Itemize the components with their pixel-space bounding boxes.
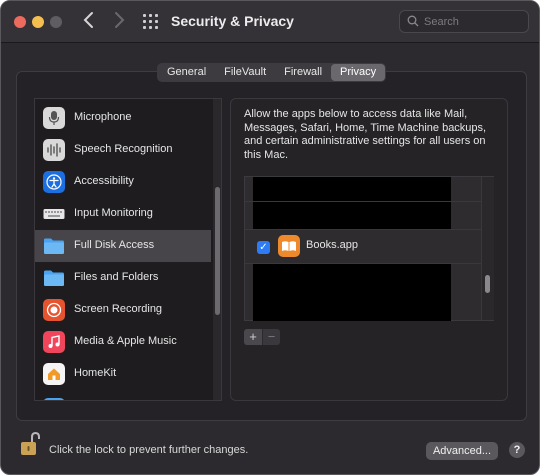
add-app-button[interactable]: + bbox=[244, 329, 262, 345]
folder-icon bbox=[43, 267, 65, 289]
sidebar-item-full-disk-access[interactable]: Full Disk Access bbox=[35, 230, 211, 262]
accessibility-icon bbox=[43, 171, 65, 193]
help-button[interactable]: ? bbox=[509, 442, 525, 458]
tab-bar: General FileVault Firewall Privacy bbox=[157, 63, 387, 82]
zoom-window-button[interactable] bbox=[50, 16, 62, 28]
advanced-button[interactable]: Advanced... bbox=[426, 442, 498, 460]
sidebar-item-accessibility[interactable]: Accessibility bbox=[35, 166, 211, 198]
sidebar-item-screen-recording[interactable]: Screen Recording bbox=[35, 294, 211, 326]
sidebar-item-microphone[interactable]: Microphone bbox=[35, 102, 211, 134]
sidebar-item-label: Media & Apple Music bbox=[74, 335, 177, 347]
forward-button[interactable] bbox=[109, 11, 129, 33]
sidebar-item-label: Input Monitoring bbox=[74, 207, 153, 219]
privacy-category-list: Microphone Speech Recognition Accessibil… bbox=[34, 98, 222, 401]
unlocked-lock-icon[interactable] bbox=[20, 431, 40, 457]
books-app-checkbox[interactable]: ✓ bbox=[257, 241, 270, 254]
allowed-apps-list: ✓ Books.app bbox=[244, 176, 494, 321]
sidebar-item-label: Microphone bbox=[74, 111, 132, 123]
window-title: Security & Privacy bbox=[171, 13, 294, 29]
permission-description: Allow the apps below to access data like… bbox=[244, 108, 487, 161]
home-icon bbox=[43, 363, 65, 385]
app-icon bbox=[43, 398, 65, 400]
row-divider bbox=[245, 201, 481, 202]
remove-app-button[interactable]: − bbox=[262, 329, 280, 345]
minimize-window-button[interactable] bbox=[32, 16, 44, 28]
lock-status-text: Click the lock to prevent further change… bbox=[49, 444, 249, 456]
folder-icon bbox=[43, 235, 65, 257]
sidebar-item-partial bbox=[35, 390, 211, 400]
sidebar-item-label: Full Disk Access bbox=[74, 239, 155, 251]
search-field[interactable] bbox=[399, 10, 529, 33]
search-icon bbox=[407, 15, 419, 27]
sidebar-item-label: Accessibility bbox=[74, 175, 134, 187]
microphone-icon bbox=[43, 107, 65, 129]
apps-list-scrollbar-thumb[interactable] bbox=[485, 275, 490, 293]
sidebar-item-label: Speech Recognition bbox=[74, 143, 173, 155]
sidebar-item-homekit[interactable]: HomeKit bbox=[35, 358, 211, 390]
title-bar: Security & Privacy bbox=[1, 1, 539, 43]
keyboard-icon bbox=[43, 203, 65, 225]
chevron-left-icon bbox=[83, 12, 93, 28]
sidebar-item-input-monitoring[interactable]: Input Monitoring bbox=[35, 198, 211, 230]
add-remove-control: + − bbox=[244, 329, 280, 345]
sidebar-item-label: Files and Folders bbox=[74, 271, 159, 283]
sidebar-item-label: HomeKit bbox=[74, 367, 117, 379]
sidebar-item-speech-recognition[interactable]: Speech Recognition bbox=[35, 134, 211, 166]
sidebar-item-files-and-folders[interactable]: Files and Folders bbox=[35, 262, 211, 294]
sidebar-item-label: Screen Recording bbox=[74, 303, 163, 315]
apps-list-scrollbar-track[interactable] bbox=[481, 177, 494, 320]
speech-recognition-icon bbox=[43, 139, 65, 161]
sidebar-scrollbar-thumb[interactable] bbox=[215, 187, 220, 315]
search-input[interactable] bbox=[424, 13, 524, 30]
books-icon bbox=[278, 235, 300, 257]
screen-recording-icon bbox=[43, 299, 65, 321]
tab-filevault[interactable]: FileVault bbox=[215, 64, 275, 81]
back-button[interactable] bbox=[79, 11, 99, 33]
chevron-right-icon bbox=[115, 12, 125, 28]
tab-privacy[interactable]: Privacy bbox=[331, 64, 386, 81]
show-all-grid-button[interactable] bbox=[143, 14, 159, 30]
redacted-region bbox=[253, 177, 451, 229]
app-name-books: Books.app bbox=[306, 239, 358, 251]
music-icon bbox=[43, 331, 65, 353]
tab-general[interactable]: General bbox=[158, 64, 215, 81]
tab-firewall[interactable]: Firewall bbox=[275, 64, 331, 81]
row-divider bbox=[245, 229, 481, 230]
system-preferences-window: Security & Privacy General FileVault Fir… bbox=[0, 0, 540, 475]
sidebar-item-media-apple-music[interactable]: Media & Apple Music bbox=[35, 326, 211, 358]
redacted-region bbox=[253, 264, 451, 321]
close-window-button[interactable] bbox=[14, 16, 26, 28]
